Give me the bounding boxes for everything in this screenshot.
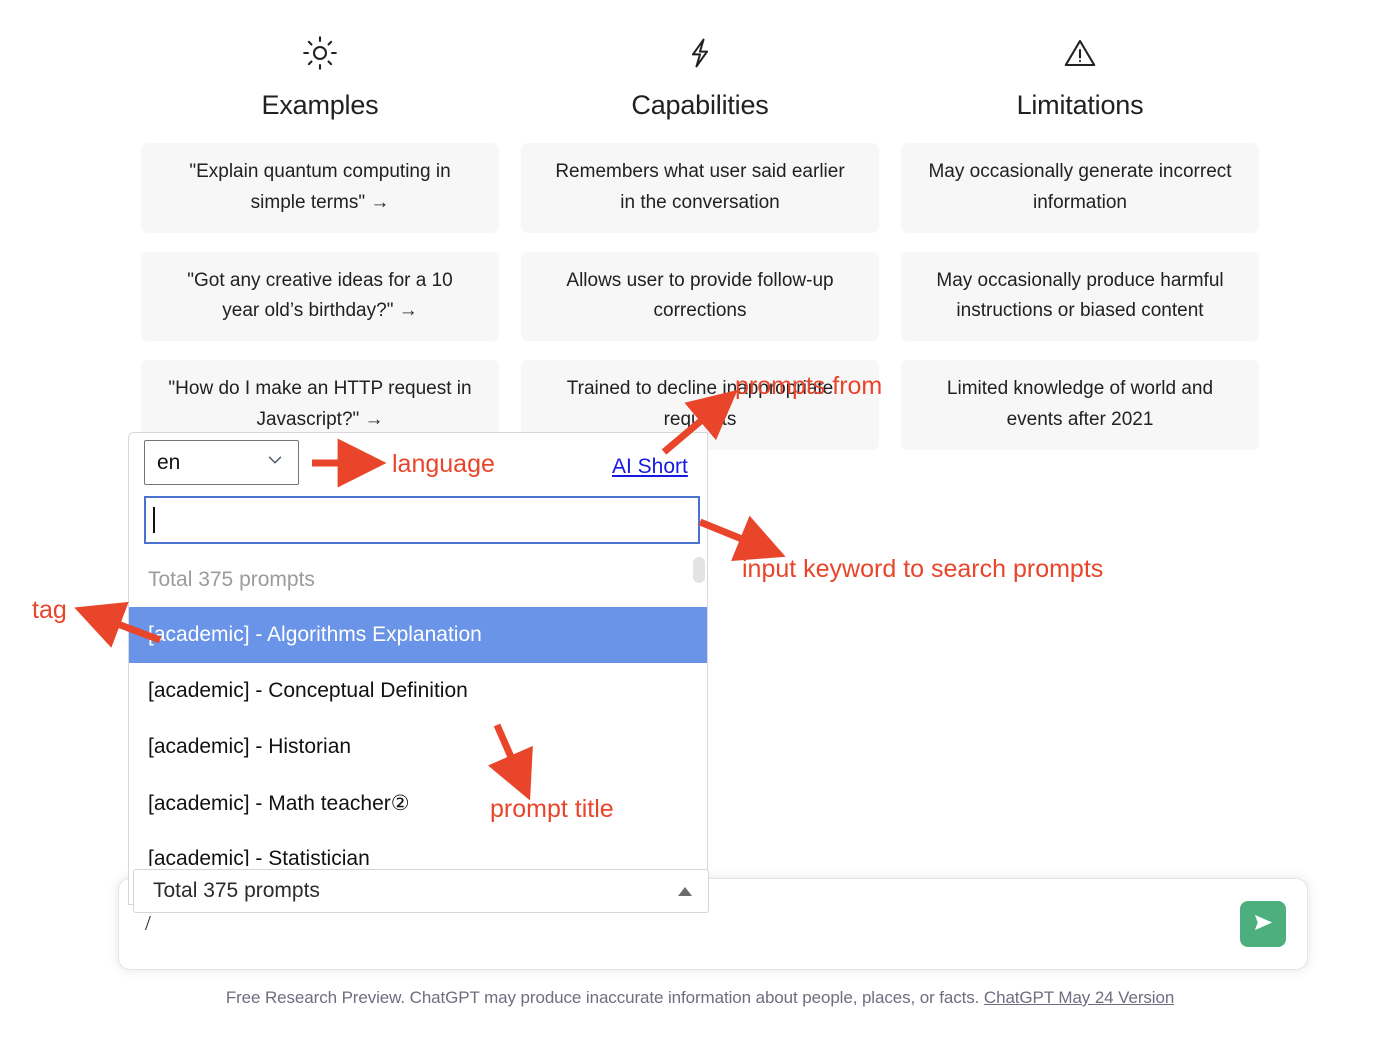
intro-column-limitations: Limitations May occasionally generate in… bbox=[900, 30, 1260, 469]
example-card[interactable]: "Got any creative ideas for a 10 year ol… bbox=[141, 251, 499, 342]
chevron-up-icon[interactable] bbox=[678, 886, 692, 896]
text-caret bbox=[153, 507, 155, 533]
prompt-panel-footer-label: Total 375 prompts bbox=[153, 879, 320, 902]
annotation-language: language bbox=[392, 450, 495, 478]
footer-disclaimer: Free Research Preview. ChatGPT may produ… bbox=[0, 988, 1400, 1008]
limitation-card: Limited knowledge of world and events af… bbox=[901, 360, 1259, 450]
intro-column-capabilities: Capabilities Remembers what user said ea… bbox=[520, 30, 880, 469]
limitation-card: May occasionally produce harmful instruc… bbox=[901, 251, 1259, 342]
prompt-panel-footer[interactable]: Total 375 prompts bbox=[133, 869, 709, 913]
prompt-search-input[interactable] bbox=[144, 496, 700, 544]
ai-short-link[interactable]: AI Short bbox=[612, 455, 688, 479]
version-link[interactable]: ChatGPT May 24 Version bbox=[984, 988, 1174, 1007]
annotation-input-keyword: input keyword to search prompts bbox=[742, 555, 1104, 583]
language-select[interactable]: en bbox=[144, 440, 299, 485]
annotation-tag: tag bbox=[32, 596, 67, 624]
prompt-list-item[interactable]: [academic] - Historian bbox=[129, 719, 707, 775]
footer-text: Free Research Preview. ChatGPT may produ… bbox=[225, 988, 984, 1007]
prompt-list-item[interactable]: [academic] - Algorithms Explanation bbox=[129, 607, 707, 663]
prompt-list-item[interactable]: [academic] - Statistician bbox=[129, 831, 707, 866]
lightning-icon bbox=[683, 30, 717, 76]
prompt-list-header: Total 375 prompts bbox=[148, 568, 315, 591]
intro-columns: Examples "Explain quantum computing in s… bbox=[0, 0, 1400, 469]
intro-column-examples: Examples "Explain quantum computing in s… bbox=[140, 30, 500, 469]
annotation-prompts-from: prompts from bbox=[735, 372, 883, 400]
chevron-down-icon bbox=[264, 449, 286, 477]
prompt-list-item[interactable]: [academic] - Math teacher② bbox=[129, 775, 707, 831]
column-title: Examples bbox=[261, 90, 379, 120]
prompt-list-item[interactable]: [academic] - Conceptual Definition bbox=[129, 663, 707, 719]
prompt-list: Total 375 prompts [academic] - Algorithm… bbox=[129, 553, 707, 866]
capability-card: Remembers what user said earlier in the … bbox=[521, 143, 879, 233]
warning-icon bbox=[1062, 30, 1098, 76]
chatgpt-home-screen: Examples "Explain quantum computing in s… bbox=[0, 0, 1400, 1049]
capability-card: Allows user to provide follow-up correct… bbox=[521, 251, 879, 342]
send-button[interactable] bbox=[1240, 901, 1286, 947]
example-card[interactable]: "Explain quantum computing in simple ter… bbox=[141, 143, 499, 233]
column-title: Capabilities bbox=[631, 90, 769, 120]
limitation-card: May occasionally generate incorrect info… bbox=[901, 143, 1259, 233]
language-value: en bbox=[157, 450, 181, 474]
sun-icon bbox=[302, 30, 338, 76]
send-icon bbox=[1252, 911, 1275, 937]
scrollbar-thumb[interactable] bbox=[693, 557, 705, 583]
prompt-list-scrollbar[interactable] bbox=[692, 553, 706, 866]
column-title: Limitations bbox=[1016, 90, 1144, 120]
annotation-prompt-title: prompt title bbox=[490, 795, 614, 823]
message-input[interactable]: / bbox=[145, 911, 151, 936]
